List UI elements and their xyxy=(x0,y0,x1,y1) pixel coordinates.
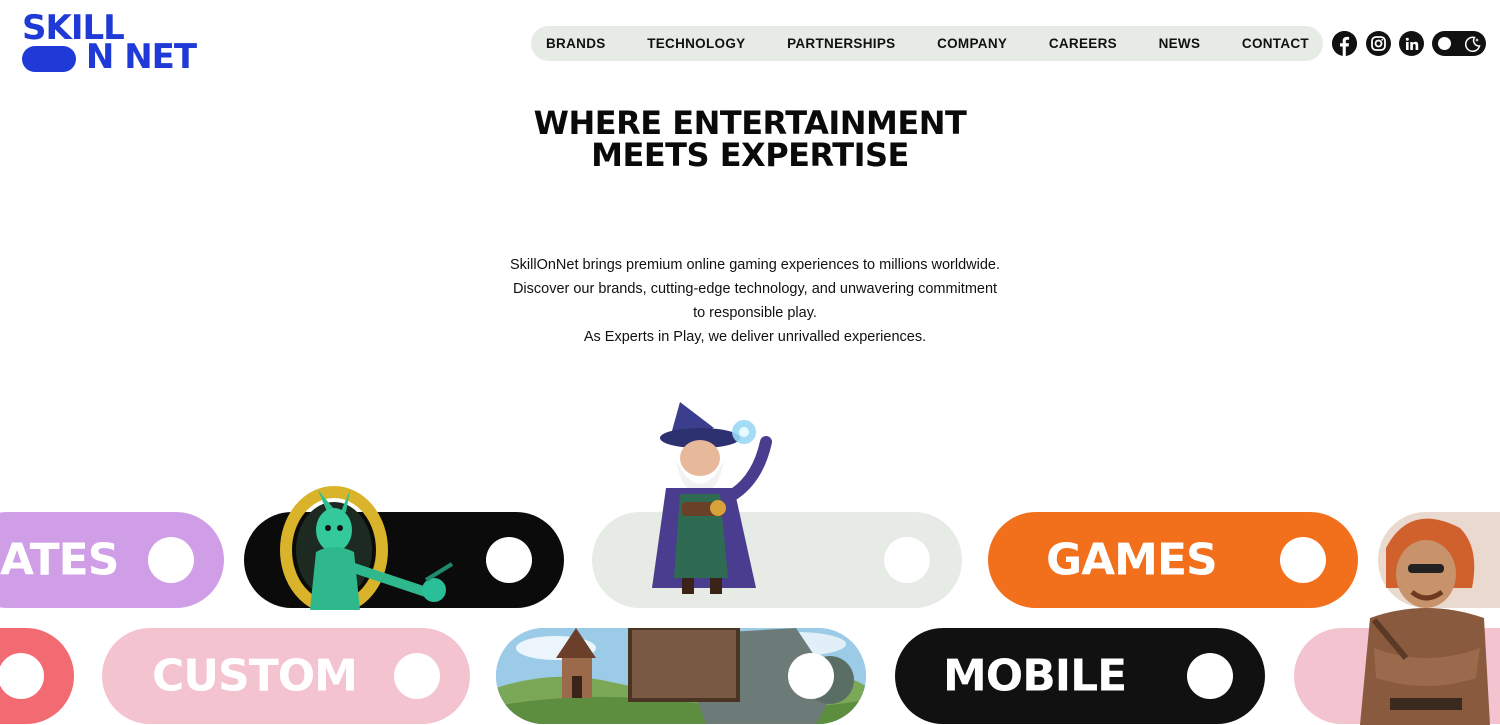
linkedin-icon[interactable] xyxy=(1399,31,1424,56)
pill-dot xyxy=(788,653,834,699)
nav-news[interactable]: NEWS xyxy=(1159,36,1201,51)
pill-label-games: GAMES xyxy=(1046,534,1218,586)
hero-desc-line2: Discover our brands, cutting-edge techno… xyxy=(512,281,998,297)
theme-toggle[interactable] xyxy=(1432,31,1486,56)
hero-title: WHERE ENTERTAINMENT MEETS EXPERTISE xyxy=(400,107,1100,171)
hero-desc-line3: to responsible play. xyxy=(693,305,817,321)
pill-game-scene[interactable] xyxy=(496,628,866,724)
pill-label-affiliates: ATES xyxy=(0,534,119,586)
pill-mobile[interactable]: MOBILE xyxy=(895,628,1265,724)
instagram-icon[interactable] xyxy=(1366,31,1391,56)
pill-dot xyxy=(1280,537,1326,583)
hero-desc-line1: SkillOnNet brings premium online gaming … xyxy=(510,257,1000,273)
pill-custom[interactable]: CUSTOM xyxy=(102,628,470,724)
pill-games[interactable]: GAMES xyxy=(988,512,1358,608)
pill-dot xyxy=(1187,653,1233,699)
pill-character-warrior[interactable] xyxy=(1378,512,1500,608)
nav-careers[interactable]: CAREERS xyxy=(1049,36,1117,51)
hero-desc-line4: As Experts in Play, we deliver unrivalle… xyxy=(583,329,927,345)
pill-partial-right[interactable] xyxy=(1294,628,1500,724)
facebook-icon[interactable] xyxy=(1332,31,1357,56)
nav-company[interactable]: COMPANY xyxy=(937,36,1007,51)
hero-description: SkillOnNet brings premium online gaming … xyxy=(450,253,1060,349)
nav-brands[interactable]: BRANDS xyxy=(546,36,606,51)
pill-dot xyxy=(148,537,194,583)
nav-technology[interactable]: TECHNOLOGY xyxy=(647,36,745,51)
skillonnet-logo[interactable]: SKILL ON NET xyxy=(22,11,212,77)
pill-label-custom: CUSTOM xyxy=(152,650,358,702)
nav-partnerships[interactable]: PARTNERSHIPS xyxy=(787,36,895,51)
moon-icon xyxy=(1464,36,1481,53)
pill-dot xyxy=(0,653,44,699)
logo-text-onnet: ON NET xyxy=(85,37,197,77)
hero-title-line1: WHERE ENTERTAINMENT xyxy=(533,104,967,142)
pill-affiliates[interactable]: ATES xyxy=(0,512,224,608)
pill-character-wizard[interactable] xyxy=(592,512,962,608)
pill-dot xyxy=(884,537,930,583)
pill-partial-left[interactable] xyxy=(0,628,74,724)
pill-dot xyxy=(394,653,440,699)
nav-contact[interactable]: CONTACT xyxy=(1242,36,1309,51)
hero-title-line2: MEETS EXPERTISE xyxy=(591,136,909,174)
pill-dot xyxy=(486,537,532,583)
pill-character-demon[interactable] xyxy=(244,512,564,608)
pill-label-mobile: MOBILE xyxy=(943,650,1127,702)
main-nav: BRANDS TECHNOLOGY PARTNERSHIPS COMPANY C… xyxy=(531,26,1323,61)
toggle-knob xyxy=(1438,37,1451,50)
